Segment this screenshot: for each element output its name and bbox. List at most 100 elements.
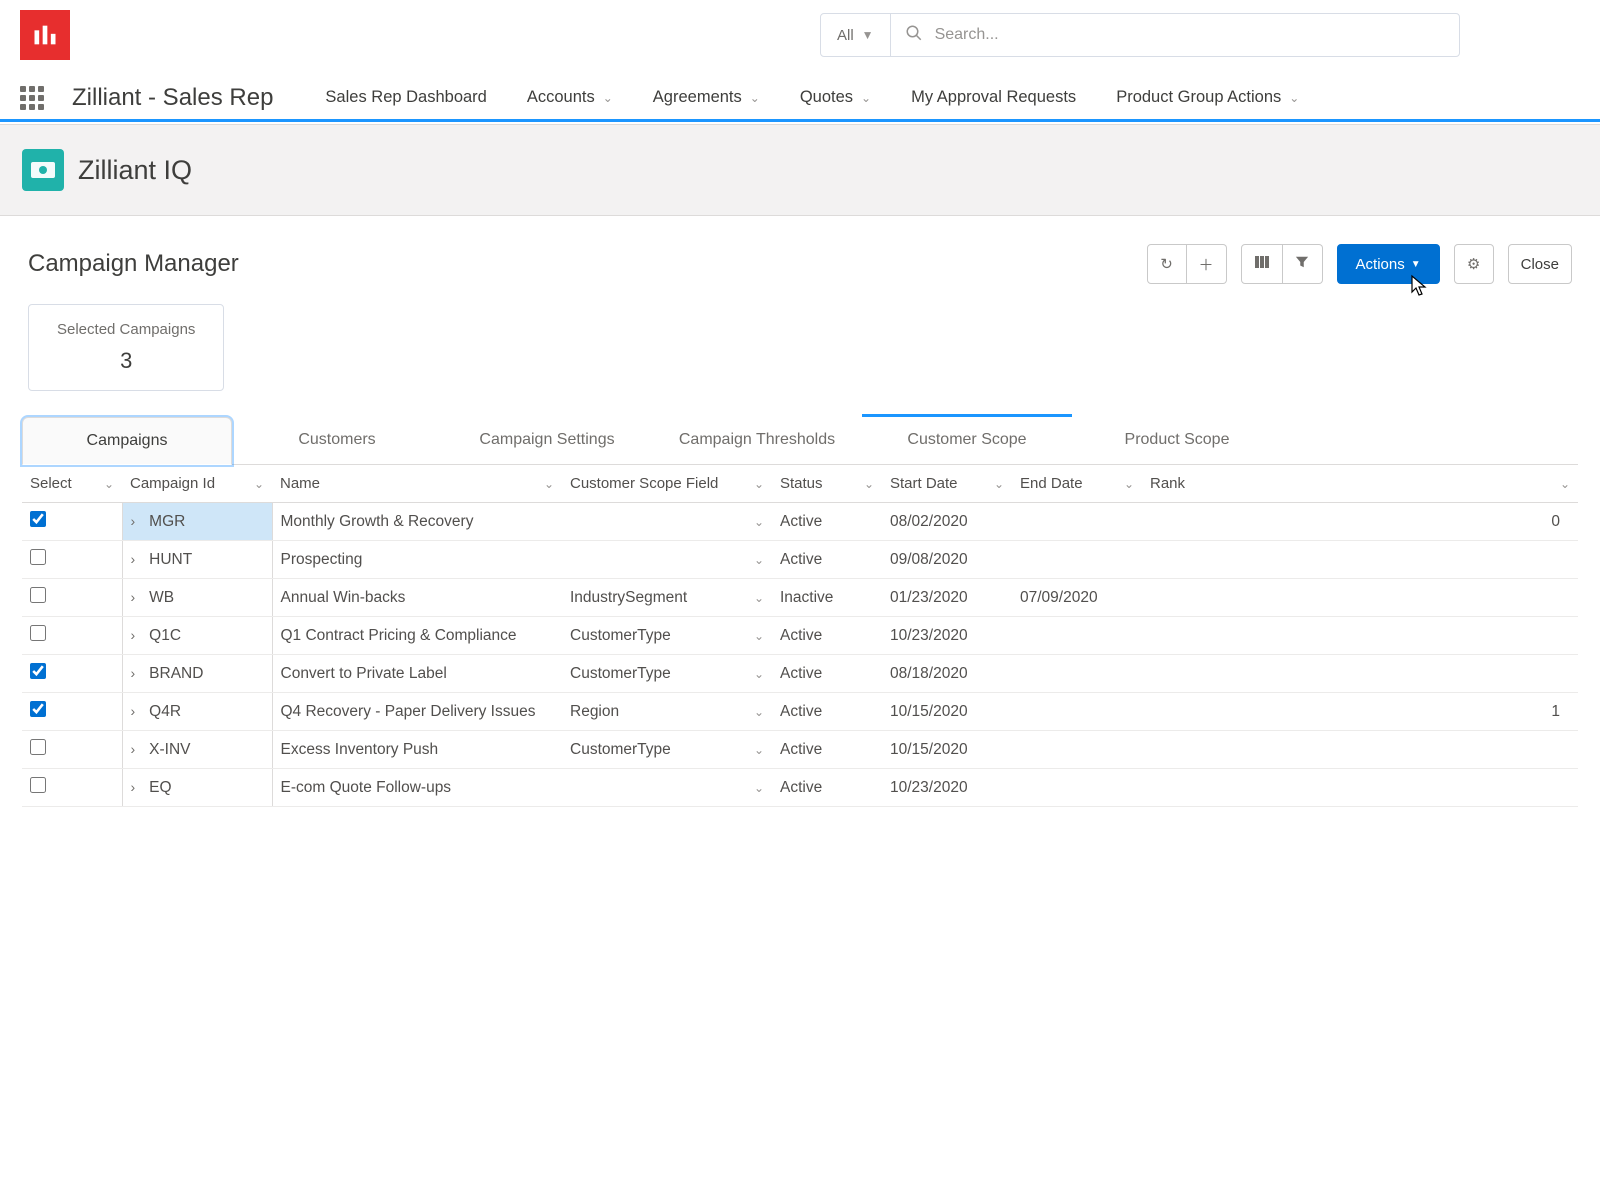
table-row[interactable]: ›BRANDConvert to Private LabelCustomerTy… (22, 655, 1578, 693)
campaign-id: HUNT (149, 551, 192, 568)
chevron-down-icon[interactable]: ⌄ (754, 705, 764, 719)
end-date (1012, 541, 1142, 579)
search-scope-dropdown[interactable]: All ▼ (821, 14, 891, 56)
campaign-id: BRAND (149, 665, 203, 682)
actions-button[interactable]: Actions ▼ (1337, 244, 1440, 284)
chevron-down-icon[interactable]: ⌄ (754, 515, 764, 529)
nav-item-my-approval-requests[interactable]: My Approval Requests (907, 76, 1080, 119)
chevron-down-icon[interactable]: ⌄ (754, 591, 764, 605)
chevron-down-icon[interactable]: ⌄ (754, 667, 764, 681)
chevron-down-icon[interactable]: ⌄ (754, 553, 764, 567)
nav-label: Quotes (800, 88, 853, 107)
section-title: Campaign Manager (28, 250, 239, 278)
campaign-name: E-com Quote Follow-ups (272, 769, 562, 807)
start-date: 01/23/2020 (882, 579, 1012, 617)
col-select[interactable]: Select⌄ (22, 465, 122, 503)
start-date: 10/23/2020 (882, 769, 1012, 807)
refresh-button[interactable]: ↻ (1147, 244, 1187, 284)
table-row[interactable]: ›EQE-com Quote Follow-ups⌄Active10/23/20… (22, 769, 1578, 807)
columns-button[interactable] (1241, 244, 1283, 284)
global-search-input[interactable] (935, 26, 1445, 44)
tab-campaign-thresholds[interactable]: Campaign Thresholds (652, 417, 862, 464)
expand-icon[interactable]: › (131, 627, 136, 643)
status: Inactive (772, 579, 882, 617)
table-row[interactable]: ›MGRMonthly Growth & Recovery⌄Active08/0… (22, 503, 1578, 541)
nav-item-product-group-actions[interactable]: Product Group Actions⌄ (1112, 76, 1303, 119)
col-campaign-id[interactable]: Campaign Id⌄ (122, 465, 272, 503)
row-checkbox[interactable] (30, 739, 46, 755)
col-label: Select (30, 475, 72, 492)
actions-label: Actions (1356, 256, 1405, 273)
col-start-date[interactable]: Start Date⌄ (882, 465, 1012, 503)
rank (1142, 617, 1578, 655)
table-row[interactable]: ›Q1CQ1 Contract Pricing & ComplianceCust… (22, 617, 1578, 655)
row-checkbox[interactable] (30, 777, 46, 793)
settings-button[interactable]: ⚙ (1454, 244, 1494, 284)
tab-campaign-settings[interactable]: Campaign Settings (442, 417, 652, 464)
gear-icon: ⚙ (1467, 255, 1480, 273)
nav-item-agreements[interactable]: Agreements⌄ (649, 76, 764, 119)
columns-icon (1254, 254, 1270, 274)
tab-customer-scope[interactable]: Customer Scope (862, 417, 1072, 464)
campaign-name: Prospecting (272, 541, 562, 579)
nav-label: Accounts (527, 88, 595, 107)
close-button[interactable]: Close (1508, 244, 1572, 284)
col-label: Customer Scope Field (570, 475, 718, 492)
expand-icon[interactable]: › (131, 589, 136, 605)
expand-icon[interactable]: › (131, 703, 136, 719)
expand-icon[interactable]: › (131, 779, 136, 795)
row-checkbox[interactable] (30, 549, 46, 565)
row-checkbox[interactable] (30, 511, 46, 527)
rank (1142, 541, 1578, 579)
col-status[interactable]: Status⌄ (772, 465, 882, 503)
col-customer-scope-field[interactable]: Customer Scope Field⌄ (562, 465, 772, 503)
chevron-down-icon[interactable]: ⌄ (754, 629, 764, 643)
row-checkbox[interactable] (30, 625, 46, 641)
col-name[interactable]: Name⌄ (272, 465, 562, 503)
col-end-date[interactable]: End Date⌄ (1012, 465, 1142, 503)
chevron-down-icon: ⌄ (1124, 477, 1134, 491)
rank (1142, 731, 1578, 769)
row-checkbox[interactable] (30, 587, 46, 603)
nav-item-accounts[interactable]: Accounts⌄ (523, 76, 617, 119)
nav-label: Sales Rep Dashboard (325, 88, 486, 107)
tab-campaigns[interactable]: Campaigns (22, 417, 232, 465)
chevron-down-icon: ⌄ (750, 91, 760, 105)
expand-icon[interactable]: › (131, 665, 136, 681)
expand-icon[interactable]: › (131, 513, 136, 529)
row-checkbox[interactable] (30, 701, 46, 717)
chevron-down-icon: ⌄ (1560, 477, 1570, 491)
chevron-down-icon[interactable]: ⌄ (754, 781, 764, 795)
table-row[interactable]: ›Q4RQ4 Recovery - Paper Delivery IssuesR… (22, 693, 1578, 731)
col-rank[interactable]: Rank⌄ (1142, 465, 1578, 503)
app-launcher-icon[interactable] (20, 86, 44, 110)
campaign-name: Annual Win-backs (272, 579, 562, 617)
tab-customers[interactable]: Customers (232, 417, 442, 464)
table-row[interactable]: ›X-INVExcess Inventory PushCustomerType⌄… (22, 731, 1578, 769)
plus-icon: ＋ (1199, 254, 1214, 275)
chevron-down-icon[interactable]: ⌄ (754, 743, 764, 757)
nav-label: My Approval Requests (911, 88, 1076, 107)
end-date (1012, 655, 1142, 693)
add-button[interactable]: ＋ (1187, 244, 1227, 284)
row-checkbox[interactable] (30, 663, 46, 679)
close-label: Close (1521, 256, 1559, 273)
scope-field: IndustrySegment (570, 589, 687, 607)
filter-icon (1295, 255, 1309, 273)
tab-product-scope[interactable]: Product Scope (1072, 417, 1282, 464)
campaign-id: Q1C (149, 627, 181, 644)
campaign-id: MGR (149, 513, 185, 530)
filter-button[interactable] (1283, 244, 1323, 284)
expand-icon[interactable]: › (131, 551, 136, 567)
start-date: 09/08/2020 (882, 541, 1012, 579)
rank (1142, 655, 1578, 693)
expand-icon[interactable]: › (131, 741, 136, 757)
rank: 1 (1142, 693, 1578, 731)
nav-item-quotes[interactable]: Quotes⌄ (796, 76, 875, 119)
col-label: Start Date (890, 475, 958, 492)
table-row[interactable]: ›WBAnnual Win-backsIndustrySegment⌄Inact… (22, 579, 1578, 617)
scope-field: CustomerType (570, 741, 671, 759)
table-row[interactable]: ›HUNTProspecting⌄Active09/08/2020 (22, 541, 1578, 579)
status: Active (772, 655, 882, 693)
nav-item-sales-rep-dashboard[interactable]: Sales Rep Dashboard (321, 76, 490, 119)
